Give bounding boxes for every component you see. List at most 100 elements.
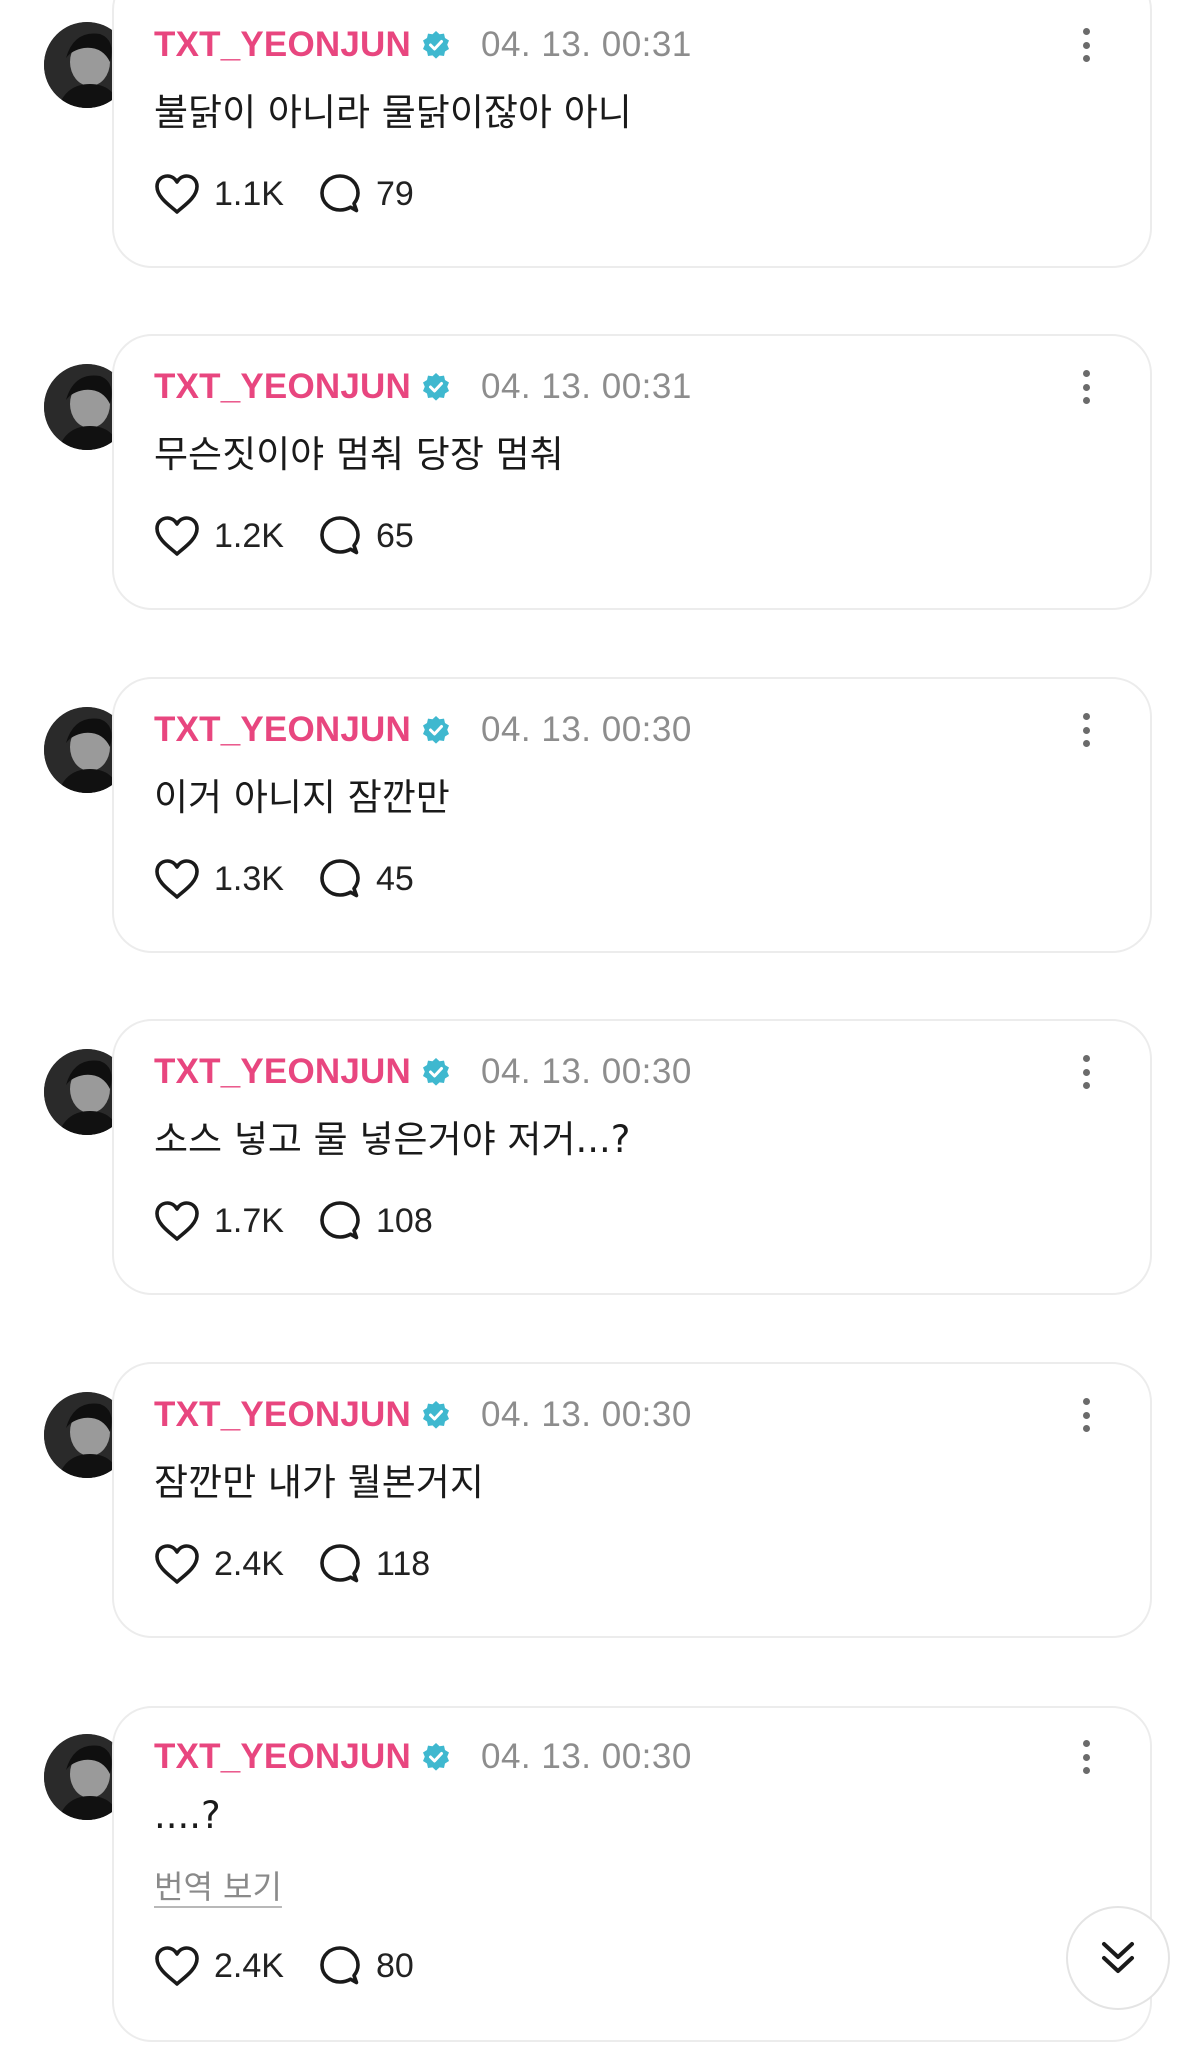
timestamp: 04. 13. 00:30 <box>480 1052 692 1091</box>
verified-badge-icon <box>422 716 449 744</box>
more-dot <box>1082 726 1090 734</box>
comment-count: 108 <box>376 1201 433 1240</box>
more-dot <box>1082 41 1090 49</box>
scroll-to-bottom-button[interactable] <box>1066 1906 1170 2010</box>
post-actions: 1.3K 45 <box>154 857 414 901</box>
comment-bubble-icon <box>320 1201 360 1240</box>
more-dot <box>1082 383 1090 391</box>
comment-button[interactable]: 108 <box>318 1199 433 1243</box>
like-count: 1.3K <box>214 859 284 898</box>
like-count: 2.4K <box>214 1946 284 1985</box>
comment-count: 45 <box>376 859 414 898</box>
like-count: 1.1K <box>214 174 284 213</box>
like-button[interactable]: 2.4K <box>154 1543 318 1585</box>
more-dot <box>1082 1398 1090 1405</box>
comment-count: 118 <box>376 1544 431 1583</box>
comment-bubble-icon <box>320 859 360 898</box>
timestamp: 04. 13. 00:30 <box>480 1395 692 1434</box>
more-dot <box>1082 1767 1090 1774</box>
more-dot <box>1082 1411 1090 1419</box>
post-header: TXT_YEONJUN 04. 13. 00:30 <box>154 1737 692 1777</box>
post-actions: 1.7K 108 <box>154 1199 433 1243</box>
username[interactable]: TXT_YEONJUN <box>154 1052 411 1092</box>
post-item: TXT_YEONJUN 04. 13. 00:30 잠깐만 내가 뭘본거지 2.… <box>0 1362 1200 1640</box>
post-header: TXT_YEONJUN 04. 13. 00:31 <box>154 25 692 65</box>
username[interactable]: TXT_YEONJUN <box>154 1737 411 1777</box>
more-options-button[interactable] <box>1076 1740 1096 1774</box>
more-dot <box>1082 1740 1090 1747</box>
heart-icon <box>155 1946 199 1986</box>
verified-badge-icon <box>422 373 449 401</box>
more-dot <box>1082 1753 1090 1761</box>
comment-bubble-icon <box>320 1544 360 1583</box>
comment-button[interactable]: 65 <box>318 514 414 558</box>
comment-count: 65 <box>376 516 414 555</box>
like-button[interactable]: 2.4K <box>154 1945 318 1987</box>
like-button[interactable]: 1.3K <box>154 858 318 900</box>
like-button[interactable]: 1.1K <box>154 173 318 215</box>
post-card[interactable]: TXT_YEONJUN 04. 13. 00:30 소스 넣고 물 넣은거야 저… <box>112 1019 1152 1295</box>
username[interactable]: TXT_YEONJUN <box>154 1395 411 1435</box>
timestamp: 04. 13. 00:30 <box>480 710 692 749</box>
more-dot <box>1082 1068 1090 1076</box>
heart-icon <box>155 1201 199 1241</box>
heart-icon <box>155 1544 199 1584</box>
username[interactable]: TXT_YEONJUN <box>154 367 411 407</box>
post-text: 무슨짓이야 멈춰 당장 멈춰 <box>154 433 564 476</box>
more-dot <box>1082 370 1090 377</box>
comment-button[interactable]: 80 <box>318 1944 414 1988</box>
more-dot <box>1082 1082 1090 1089</box>
post-actions: 1.2K 65 <box>154 514 414 558</box>
comment-count: 80 <box>376 1946 414 1985</box>
more-options-button[interactable] <box>1076 370 1096 404</box>
more-options-button[interactable] <box>1076 28 1096 62</box>
post-header: TXT_YEONJUN 04. 13. 00:30 <box>154 1395 692 1435</box>
like-button[interactable]: 1.7K <box>154 1200 318 1242</box>
username[interactable]: TXT_YEONJUN <box>154 25 411 65</box>
comment-button[interactable]: 79 <box>318 172 414 216</box>
more-options-button[interactable] <box>1076 713 1096 747</box>
double-chevron-down-icon <box>1102 1942 1134 1973</box>
post-text: 불닭이 아니라 물닭이잖아 아니 <box>154 91 632 134</box>
more-dot <box>1082 55 1090 62</box>
like-button[interactable]: 1.2K <box>154 515 318 557</box>
post-card[interactable]: TXT_YEONJUN 04. 13. 00:31 무슨짓이야 멈춰 당장 멈춰 <box>112 334 1152 610</box>
comment-bubble-icon <box>320 174 360 213</box>
verified-badge-icon <box>422 1058 449 1086</box>
like-count: 2.4K <box>214 1544 284 1583</box>
post-text: 소스 넣고 물 넣은거야 저거...? <box>154 1118 631 1161</box>
post-text: ....? <box>154 1794 221 1837</box>
more-options-button[interactable] <box>1076 1398 1096 1432</box>
post-item: TXT_YEONJUN 04. 13. 00:30 소스 넣고 물 넣은거야 저… <box>0 1019 1200 1297</box>
more-dot <box>1082 1425 1090 1432</box>
comment-button[interactable]: 45 <box>318 857 414 901</box>
more-dot <box>1082 740 1090 747</box>
verified-badge-icon <box>422 1401 449 1429</box>
timestamp: 04. 13. 00:31 <box>480 367 692 406</box>
post-text: 이거 아니지 잠깐만 <box>154 776 450 819</box>
post-feed: TXT_YEONJUN 04. 13. 00:31 불닭이 아니라 물닭이잖아 … <box>0 0 1200 2048</box>
comment-count: 79 <box>376 174 414 213</box>
post-card[interactable]: TXT_YEONJUN 04. 13. 00:30 ....? 번역 보기 2.… <box>112 1706 1152 2042</box>
comment-button[interactable]: 118 <box>318 1542 430 1586</box>
comment-bubble-icon <box>320 1946 360 1985</box>
more-dot <box>1082 713 1090 720</box>
post-header: TXT_YEONJUN 04. 13. 00:30 <box>154 710 692 750</box>
username[interactable]: TXT_YEONJUN <box>154 710 411 750</box>
post-item: TXT_YEONJUN 04. 13. 00:31 불닭이 아니라 물닭이잖아 … <box>0 0 1200 270</box>
translate-link[interactable]: 번역 보기 <box>154 1862 282 1908</box>
post-card[interactable]: TXT_YEONJUN 04. 13. 00:31 불닭이 아니라 물닭이잖아 … <box>112 0 1152 268</box>
heart-icon <box>155 859 199 899</box>
timestamp: 04. 13. 00:30 <box>480 1737 692 1776</box>
post-card[interactable]: TXT_YEONJUN 04. 13. 00:30 이거 아니지 잠깐만 1.3… <box>112 677 1152 953</box>
timestamp: 04. 13. 00:31 <box>480 25 692 64</box>
post-text: 잠깐만 내가 뭘본거지 <box>154 1461 484 1504</box>
verified-badge-icon <box>422 1743 449 1771</box>
post-item: TXT_YEONJUN 04. 13. 00:31 무슨짓이야 멈춰 당장 멈춰 <box>0 334 1200 612</box>
post-card[interactable]: TXT_YEONJUN 04. 13. 00:30 잠깐만 내가 뭘본거지 2.… <box>112 1362 1152 1638</box>
post-header: TXT_YEONJUN 04. 13. 00:31 <box>154 367 692 407</box>
post-actions: 1.1K 79 <box>154 172 414 216</box>
post-item: TXT_YEONJUN 04. 13. 00:30 이거 아니지 잠깐만 1.3… <box>0 677 1200 955</box>
more-options-button[interactable] <box>1076 1055 1096 1089</box>
post-actions: 2.4K 80 <box>154 1944 414 1988</box>
